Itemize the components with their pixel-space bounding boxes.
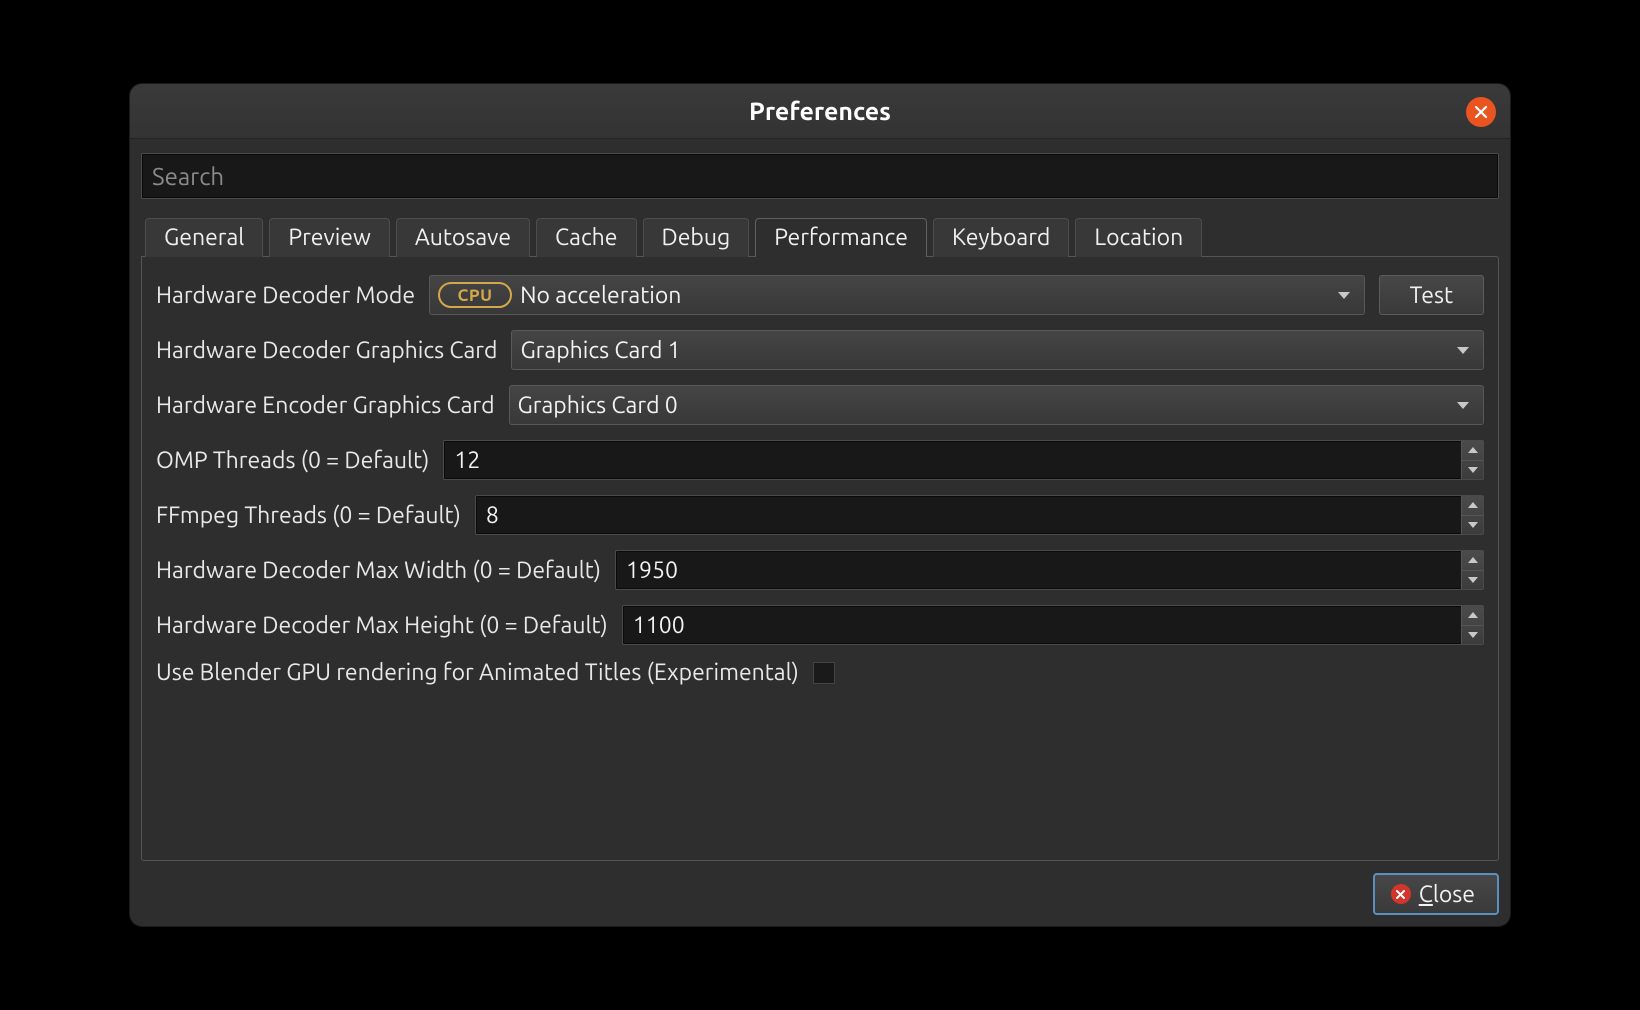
preferences-window: Preferences Search General Preview Autos… <box>130 84 1510 926</box>
chevron-down-icon <box>1468 522 1478 528</box>
close-icon <box>1474 105 1488 119</box>
chevron-down-icon <box>1468 577 1478 583</box>
row-decoder-mode: Hardware Decoder Mode CPU No acceleratio… <box>156 275 1484 315</box>
label-decoder-card: Hardware Decoder Graphics Card <box>156 338 497 363</box>
spin-down-button[interactable] <box>1462 571 1483 590</box>
search-placeholder: Search <box>152 163 224 190</box>
chevron-down-icon <box>1338 292 1350 299</box>
input-decoder-max-height-value: 1100 <box>633 613 1461 638</box>
spin-buttons <box>1461 606 1483 644</box>
performance-panel: Hardware Decoder Mode CPU No acceleratio… <box>141 256 1499 861</box>
chevron-up-icon <box>1468 447 1478 453</box>
close-icon <box>1391 884 1411 904</box>
spin-up-button[interactable] <box>1462 441 1483 461</box>
input-decoder-max-width-value: 1950 <box>626 558 1461 583</box>
search-input[interactable]: Search <box>141 153 1499 199</box>
spin-buttons <box>1461 551 1483 589</box>
combo-decoder-mode-value: No acceleration <box>520 283 1338 308</box>
spin-up-button[interactable] <box>1462 496 1483 516</box>
row-decoder-max-width: Hardware Decoder Max Width (0 = Default)… <box>156 550 1484 590</box>
combo-decoder-card[interactable]: Graphics Card 1 <box>511 330 1484 370</box>
window-body: Search General Preview Autosave Cache De… <box>130 139 1510 926</box>
row-omp-threads: OMP Threads (0 = Default) 12 <box>156 440 1484 480</box>
combo-encoder-card[interactable]: Graphics Card 0 <box>509 385 1484 425</box>
chevron-down-icon <box>1468 467 1478 473</box>
label-decoder-mode: Hardware Decoder Mode <box>156 283 415 308</box>
chevron-down-icon <box>1468 632 1478 638</box>
close-button[interactable]: Close <box>1373 873 1499 915</box>
tab-general[interactable]: General <box>145 218 263 257</box>
tab-keyboard[interactable]: Keyboard <box>933 218 1069 257</box>
chevron-up-icon <box>1468 502 1478 508</box>
chevron-down-icon <box>1457 347 1469 354</box>
cpu-badge: CPU <box>438 282 512 308</box>
input-decoder-max-height[interactable]: 1100 <box>622 605 1484 645</box>
spin-down-button[interactable] <box>1462 516 1483 535</box>
row-ffmpeg-threads: FFmpeg Threads (0 = Default) 8 <box>156 495 1484 535</box>
spin-up-button[interactable] <box>1462 606 1483 626</box>
input-omp-threads[interactable]: 12 <box>443 440 1484 480</box>
combo-encoder-card-value: Graphics Card 0 <box>518 393 1457 418</box>
tab-preview[interactable]: Preview <box>269 218 390 257</box>
label-decoder-max-width: Hardware Decoder Max Width (0 = Default) <box>156 558 601 583</box>
spin-buttons <box>1461 441 1483 479</box>
checkbox-blender-gpu[interactable] <box>813 662 835 684</box>
spin-up-button[interactable] <box>1462 551 1483 571</box>
input-decoder-max-width[interactable]: 1950 <box>615 550 1484 590</box>
row-blender-gpu: Use Blender GPU rendering for Animated T… <box>156 660 1484 685</box>
input-omp-threads-value: 12 <box>454 448 1461 473</box>
close-button-label: Close <box>1419 882 1475 907</box>
window-close-button[interactable] <box>1466 97 1496 127</box>
label-decoder-max-height: Hardware Decoder Max Height (0 = Default… <box>156 613 608 638</box>
tab-location[interactable]: Location <box>1075 218 1202 257</box>
tab-cache[interactable]: Cache <box>536 218 636 257</box>
test-button[interactable]: Test <box>1379 275 1484 315</box>
window-title: Preferences <box>749 97 891 125</box>
tab-performance[interactable]: Performance <box>755 218 927 257</box>
titlebar: Preferences <box>130 84 1510 139</box>
tab-autosave[interactable]: Autosave <box>396 218 530 257</box>
input-ffmpeg-threads-value: 8 <box>486 503 1461 528</box>
tabs: General Preview Autosave Cache Debug Per… <box>141 217 1499 256</box>
row-decoder-card: Hardware Decoder Graphics Card Graphics … <box>156 330 1484 370</box>
tab-debug[interactable]: Debug <box>643 218 750 257</box>
row-encoder-card: Hardware Encoder Graphics Card Graphics … <box>156 385 1484 425</box>
row-decoder-max-height: Hardware Decoder Max Height (0 = Default… <box>156 605 1484 645</box>
chevron-up-icon <box>1468 557 1478 563</box>
label-omp-threads: OMP Threads (0 = Default) <box>156 448 429 473</box>
label-encoder-card: Hardware Encoder Graphics Card <box>156 393 495 418</box>
input-ffmpeg-threads[interactable]: 8 <box>475 495 1484 535</box>
chevron-down-icon <box>1457 402 1469 409</box>
dialog-footer: Close <box>141 861 1499 915</box>
combo-decoder-mode[interactable]: CPU No acceleration <box>429 275 1365 315</box>
spin-down-button[interactable] <box>1462 626 1483 645</box>
chevron-up-icon <box>1468 612 1478 618</box>
spin-buttons <box>1461 496 1483 534</box>
label-blender-gpu: Use Blender GPU rendering for Animated T… <box>156 660 799 685</box>
combo-decoder-card-value: Graphics Card 1 <box>520 338 1457 363</box>
spin-down-button[interactable] <box>1462 461 1483 480</box>
label-ffmpeg-threads: FFmpeg Threads (0 = Default) <box>156 503 461 528</box>
